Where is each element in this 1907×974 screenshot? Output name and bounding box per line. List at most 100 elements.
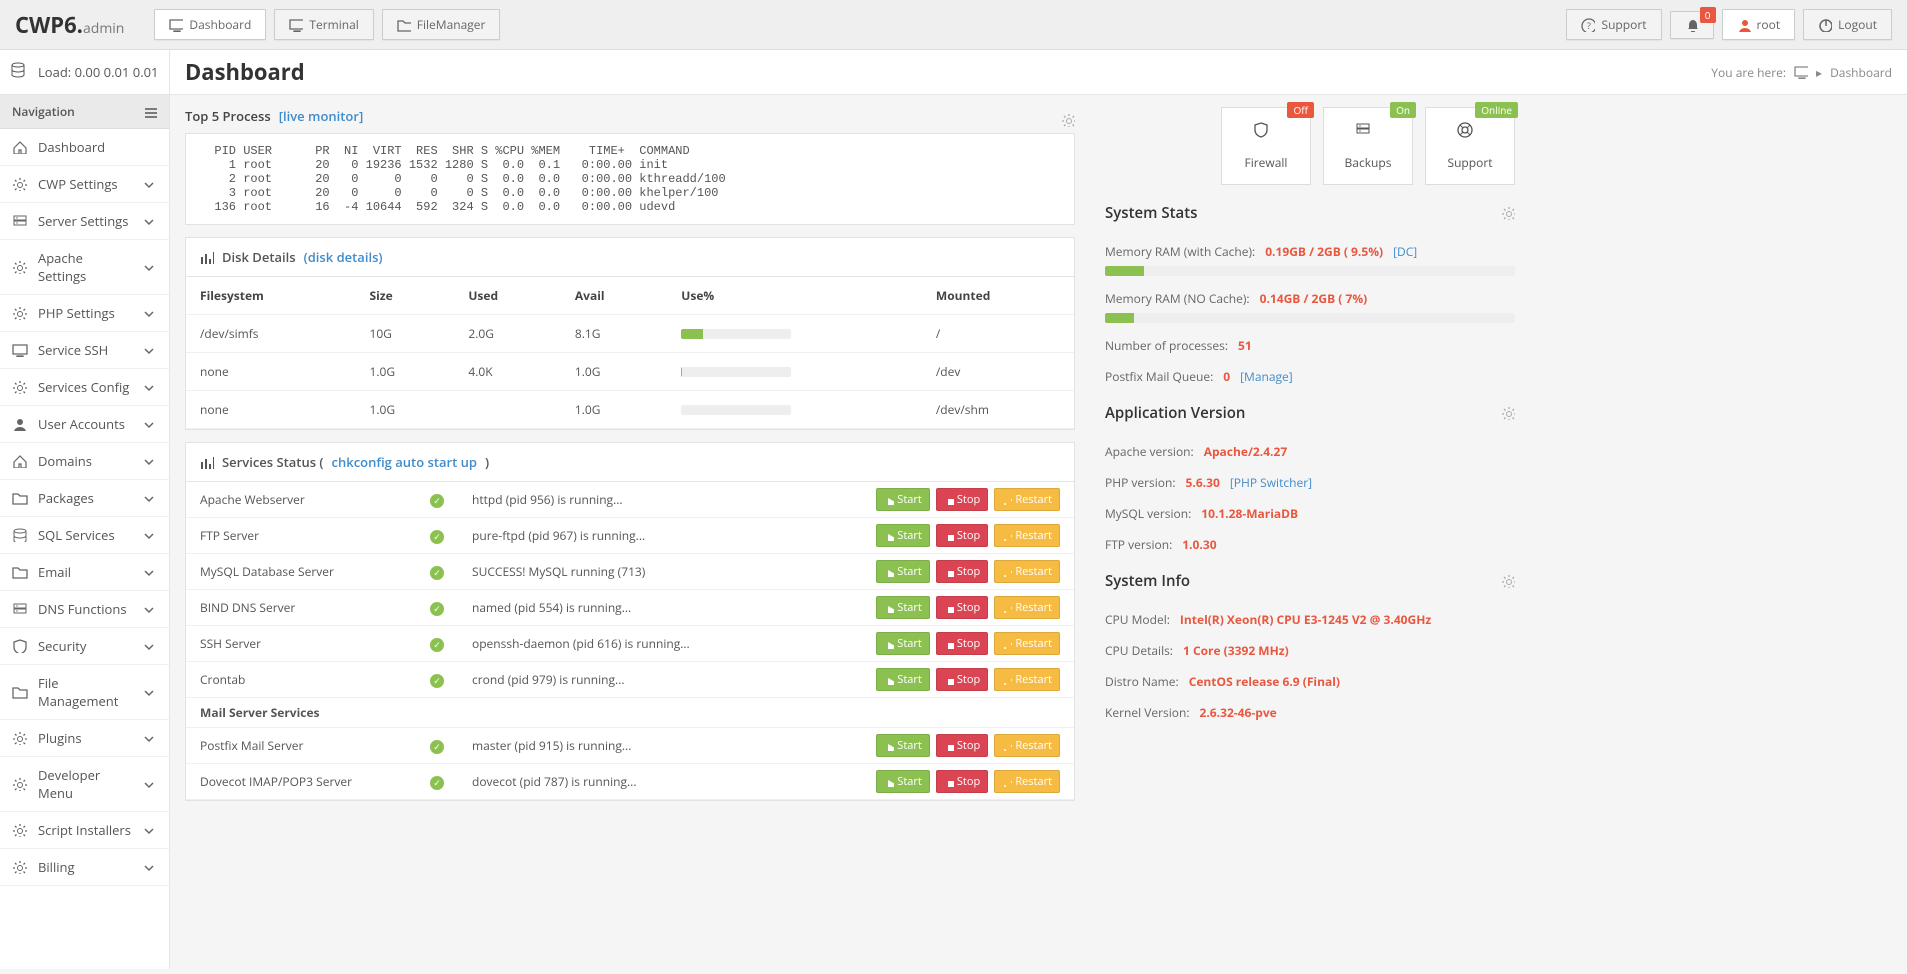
restart-button[interactable]: Restart	[994, 560, 1060, 583]
logout-button[interactable]: Logout	[1803, 9, 1892, 40]
stop-button[interactable]: Stop	[936, 770, 988, 793]
restart-button[interactable]: Restart	[994, 734, 1060, 757]
gear-icon[interactable]	[1501, 206, 1515, 220]
nav-icon	[12, 260, 28, 274]
backups-box[interactable]: On Backups	[1323, 107, 1413, 185]
nav-icon	[12, 491, 28, 505]
nav-item-script-installers[interactable]: Script Installers	[0, 812, 169, 849]
nav-item-billing[interactable]: Billing	[0, 849, 169, 886]
nav-item-apache-settings[interactable]: Apache Settings	[0, 240, 169, 295]
nav-label: DNS Functions	[38, 600, 127, 618]
gear-icon[interactable]	[1501, 406, 1515, 420]
nav-item-cwp-settings[interactable]: CWP Settings	[0, 166, 169, 203]
menu-icon[interactable]	[143, 105, 157, 119]
ftp-version: 1.0.30	[1182, 536, 1216, 553]
nav-item-plugins[interactable]: Plugins	[0, 720, 169, 757]
cpu-details: 1 Core (3392 MHz)	[1183, 642, 1289, 659]
restart-button[interactable]: Restart	[994, 488, 1060, 511]
nav-label: CWP Settings	[38, 175, 118, 193]
start-button[interactable]: Start	[876, 770, 929, 793]
nav-item-domains[interactable]: Domains	[0, 443, 169, 480]
nav-item-sql-services[interactable]: SQL Services	[0, 517, 169, 554]
stop-button[interactable]: Stop	[936, 596, 988, 619]
subheader: Load: 0.00 0.01 0.01 Dashboard You are h…	[0, 50, 1907, 95]
nav-icon	[12, 639, 28, 653]
nav-item-services-config[interactable]: Services Config	[0, 369, 169, 406]
nav-item-user-accounts[interactable]: User Accounts	[0, 406, 169, 443]
chevron-down-icon	[141, 343, 157, 357]
play-icon	[884, 531, 894, 541]
stop-button[interactable]: Stop	[936, 488, 988, 511]
disk-table: FilesystemSizeUsed AvailUse%Mounted /dev…	[186, 277, 1074, 429]
nav-item-security[interactable]: Security	[0, 628, 169, 665]
gear-icon[interactable]	[1061, 113, 1075, 127]
bars-icon	[200, 250, 214, 264]
restart-button[interactable]: Restart	[994, 632, 1060, 655]
manage-queue-link[interactable]: [Manage]	[1240, 368, 1293, 385]
chevron-down-icon	[141, 777, 157, 791]
support-button[interactable]: Support	[1566, 9, 1661, 40]
nav-label: User Accounts	[38, 415, 125, 433]
nav-item-php-settings[interactable]: PHP Settings	[0, 295, 169, 332]
nav-icon	[12, 343, 28, 357]
user-icon	[1737, 18, 1751, 32]
nav-item-dashboard[interactable]: Dashboard	[0, 129, 169, 166]
chevron-down-icon	[141, 565, 157, 579]
ram-cache-value: 0.19GB / 2GB ( 9.5%)	[1265, 243, 1383, 260]
gear-icon[interactable]	[1501, 574, 1515, 588]
restart-button[interactable]: Restart	[994, 596, 1060, 619]
nav-label: Plugins	[38, 729, 82, 747]
stop-button[interactable]: Stop	[936, 524, 988, 547]
dc-link[interactable]: [DC]	[1393, 243, 1417, 260]
disk-panel: Disk Details (disk details) FilesystemSi…	[185, 237, 1075, 430]
php-switcher-link[interactable]: [PHP Switcher]	[1230, 474, 1312, 491]
notifications-button[interactable]: 0	[1670, 11, 1714, 39]
firewall-box[interactable]: Off Firewall	[1221, 107, 1311, 185]
disk-details-link[interactable]: (disk details)	[304, 248, 383, 266]
queue-value: 0	[1223, 368, 1230, 385]
service-row: FTP Server✓pure-ftpd (pid 967) is runnin…	[186, 518, 1074, 554]
restart-button[interactable]: Restart	[994, 770, 1060, 793]
distro-name: CentOS release 6.9 (Final)	[1189, 673, 1340, 690]
start-button[interactable]: Start	[876, 734, 929, 757]
chevron-down-icon	[141, 417, 157, 431]
stop-button[interactable]: Stop	[936, 734, 988, 757]
filemanager-button[interactable]: FileManager	[382, 9, 501, 40]
start-button[interactable]: Start	[876, 596, 929, 619]
dashboard-button[interactable]: Dashboard	[154, 9, 266, 40]
notification-count: 0	[1700, 7, 1716, 23]
nav-icon	[12, 417, 28, 431]
nav-item-server-settings[interactable]: Server Settings	[0, 203, 169, 240]
user-button[interactable]: root	[1722, 9, 1796, 40]
start-button[interactable]: Start	[876, 560, 929, 583]
chevron-down-icon	[141, 731, 157, 745]
nav-label: Service SSH	[38, 341, 108, 359]
terminal-button[interactable]: Terminal	[274, 9, 373, 40]
support-box[interactable]: Online Support	[1425, 107, 1515, 185]
firewall-badge: Off	[1287, 102, 1314, 118]
chevron-down-icon	[141, 602, 157, 616]
live-monitor-link[interactable]: [live monitor]	[279, 107, 364, 125]
breadcrumb: You are here: ▸ Dashboard	[1711, 64, 1892, 81]
start-button[interactable]: Start	[876, 488, 929, 511]
nav-item-developer-menu[interactable]: Developer Menu	[0, 757, 169, 812]
stop-button[interactable]: Stop	[936, 632, 988, 655]
nav-item-email[interactable]: Email	[0, 554, 169, 591]
chkconfig-link[interactable]: chkconfig auto start up	[332, 453, 477, 471]
monitor-icon	[1794, 65, 1808, 79]
shield-icon	[1253, 122, 1279, 148]
restart-button[interactable]: Restart	[994, 668, 1060, 691]
nav-item-service-ssh[interactable]: Service SSH	[0, 332, 169, 369]
service-row: MySQL Database Server✓SUCCESS! MySQL run…	[186, 554, 1074, 590]
start-button[interactable]: Start	[876, 632, 929, 655]
nav-item-packages[interactable]: Packages	[0, 480, 169, 517]
nav-item-file-management[interactable]: File Management	[0, 665, 169, 720]
stop-button[interactable]: Stop	[936, 560, 988, 583]
restart-button[interactable]: Restart	[994, 524, 1060, 547]
system-stats-title: System Stats	[1105, 203, 1197, 223]
start-button[interactable]: Start	[876, 524, 929, 547]
folder-icon	[397, 18, 411, 32]
stop-button[interactable]: Stop	[936, 668, 988, 691]
nav-item-dns-functions[interactable]: DNS Functions	[0, 591, 169, 628]
start-button[interactable]: Start	[876, 668, 929, 691]
